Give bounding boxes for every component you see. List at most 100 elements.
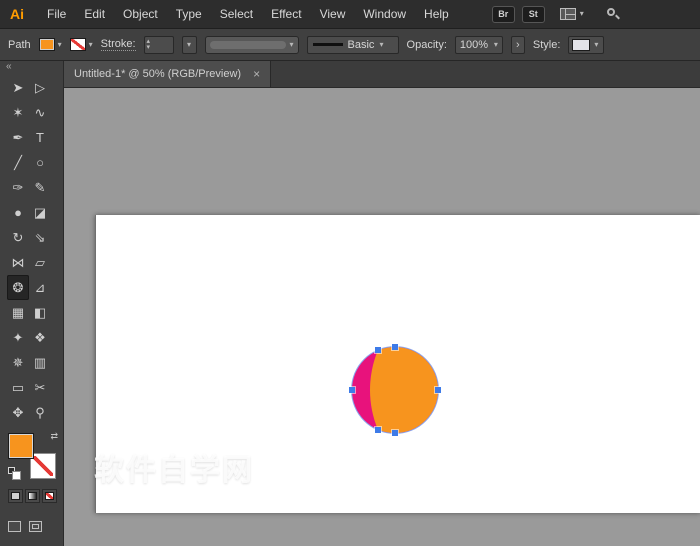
menu-item-file[interactable]: File: [38, 7, 75, 21]
zoom-tool[interactable]: ⚲: [29, 400, 51, 425]
column-graph-tool[interactable]: ▥: [29, 350, 51, 375]
paint-mode-buttons: [8, 489, 57, 503]
gradient-icon: [28, 492, 37, 500]
width-profile-preview: [210, 41, 286, 49]
direct-selection-tool[interactable]: ▷: [29, 75, 51, 100]
stock-button[interactable]: St: [522, 6, 545, 23]
workspace-icon: [560, 8, 576, 20]
tool-grid: ➤▷✶∿✒T╱○✑✎●◪↻⇘⋈▱❂⊿▦◧✦❖✵▥▭✂✥⚲: [0, 75, 63, 425]
menu-item-view[interactable]: View: [311, 7, 355, 21]
bridge-button[interactable]: Br: [492, 6, 515, 23]
symbol-sprayer-tool[interactable]: ✵: [7, 350, 29, 375]
opacity-options-button[interactable]: ›: [511, 36, 525, 54]
app-logo: Ai: [0, 6, 38, 22]
document-tab-title: Untitled-1* @ 50% (RGB/Preview): [74, 68, 241, 80]
width-tool[interactable]: ⋈: [7, 250, 29, 275]
magic-wand-tool[interactable]: ✶: [7, 100, 29, 125]
menu-bar: Ai FileEditObjectTypeSelectEffectViewWin…: [0, 0, 700, 28]
chevron-down-icon: ▾: [89, 41, 93, 49]
stroke-panel-link[interactable]: Stroke:: [101, 38, 136, 51]
stroke-weight-stepper[interactable]: ▴ ▾: [144, 36, 174, 54]
watermark-subtext: RJZXW.COM: [92, 495, 256, 507]
chevron-down-icon: ▾: [187, 41, 191, 49]
pen-tool[interactable]: ✒: [7, 125, 29, 150]
brush-stroke-preview-icon: [313, 43, 343, 46]
drawing-mode-buttons: [8, 521, 42, 532]
document-tab[interactable]: Untitled-1* @ 50% (RGB/Preview) ×: [64, 61, 271, 87]
magnifier-handle-icon: [615, 15, 620, 20]
blend-tool[interactable]: ❖: [29, 325, 51, 350]
style-dropdown[interactable]: ▾: [568, 36, 604, 54]
stepper-arrows-icon: ▴ ▾: [147, 39, 151, 50]
menu-item-help[interactable]: Help: [415, 7, 458, 21]
gradient-tool[interactable]: ◧: [29, 300, 51, 325]
none-button[interactable]: [42, 489, 57, 503]
lasso-tool[interactable]: ∿: [29, 100, 51, 125]
mesh-tool[interactable]: ▦: [7, 300, 29, 325]
ellipse-tool[interactable]: ○: [29, 150, 51, 175]
selection-tool[interactable]: ➤: [7, 75, 29, 100]
stroke-weight-dropdown[interactable]: ▾: [182, 36, 197, 54]
brush-definition-dropdown[interactable]: Basic ▾: [307, 36, 399, 54]
scale-tool[interactable]: ⇘: [29, 225, 51, 250]
color-icon: [11, 492, 20, 500]
fill-color-control[interactable]: ▾: [39, 38, 62, 51]
menu-item-window[interactable]: Window: [354, 7, 415, 21]
pencil-tool[interactable]: ✎: [29, 175, 51, 200]
chevron-down-icon: ▾: [580, 10, 584, 18]
menu-items: FileEditObjectTypeSelectEffectViewWindow…: [38, 7, 458, 21]
watermark: 软件自学网 RJZXW.COM: [92, 445, 256, 507]
swap-fill-stroke-icon[interactable]: ⇄: [50, 431, 58, 442]
fill-swatch-icon: [39, 38, 55, 51]
hand-tool[interactable]: ✥: [7, 400, 29, 425]
slice-tool[interactable]: ✂: [29, 375, 51, 400]
width-profile-dropdown[interactable]: ▾: [205, 36, 299, 54]
eraser-tool[interactable]: ◪: [29, 200, 51, 225]
tab-strip: Untitled-1* @ 50% (RGB/Preview) ×: [64, 61, 700, 88]
stroke-none-swatch-icon: [70, 38, 86, 51]
free-transform-tool[interactable]: ▱: [29, 250, 51, 275]
selection-type-label: Path: [8, 39, 31, 51]
gradient-button[interactable]: [25, 489, 40, 503]
artboard-tool[interactable]: ▭: [7, 375, 29, 400]
brush-definition-label: Basic: [348, 39, 375, 51]
orange-circle-shape[interactable]: [370, 347, 438, 433]
fill-stroke-widget: ⇄: [8, 433, 56, 479]
menu-item-object[interactable]: Object: [114, 7, 167, 21]
screen-mode-icon[interactable]: [29, 521, 42, 532]
menu-item-select[interactable]: Select: [211, 7, 262, 21]
pink-crescent-shape[interactable]: [352, 347, 438, 433]
rotate-tool[interactable]: ↻: [7, 225, 29, 250]
stroke-color-control[interactable]: ▾: [70, 38, 93, 51]
blob-brush-tool[interactable]: ●: [7, 200, 29, 225]
type-tool[interactable]: T: [29, 125, 51, 150]
fill-swatch[interactable]: [8, 433, 34, 459]
opacity-panel-link[interactable]: Opacity:: [407, 39, 447, 51]
canvas-area[interactable]: 软件自学网 RJZXW.COM: [64, 88, 700, 546]
stepper-down-icon[interactable]: ▾: [147, 45, 151, 51]
opacity-input[interactable]: 100% ▾: [455, 36, 503, 54]
draw-normal-icon[interactable]: [8, 521, 21, 532]
chevron-down-icon: ▾: [379, 41, 383, 49]
shape-builder-tool[interactable]: ❂: [7, 275, 29, 300]
style-label: Style:: [533, 39, 561, 51]
appbar-extras: Br St ▾: [492, 6, 621, 23]
chevron-down-icon: ▾: [290, 41, 294, 49]
color-button[interactable]: [8, 489, 23, 503]
menu-item-edit[interactable]: Edit: [75, 7, 114, 21]
menu-item-effect[interactable]: Effect: [262, 7, 310, 21]
collapse-panel-icon[interactable]: «: [0, 61, 63, 75]
line-segment-tool[interactable]: ╱: [7, 150, 29, 175]
default-fill-stroke-icon[interactable]: [8, 467, 15, 474]
eyedropper-tool[interactable]: ✦: [7, 325, 29, 350]
tools-panel: « ➤▷✶∿✒T╱○✑✎●◪↻⇘⋈▱❂⊿▦◧✦❖✵▥▭✂✥⚲ ⇄: [0, 61, 64, 546]
perspective-grid-tool[interactable]: ⊿: [29, 275, 51, 300]
none-icon: [45, 492, 54, 500]
workspace-switcher[interactable]: ▾: [560, 8, 584, 20]
style-swatch-icon: [572, 39, 590, 51]
paintbrush-tool[interactable]: ✑: [7, 175, 29, 200]
watermark-text: 软件自学网: [92, 445, 256, 489]
close-icon[interactable]: ×: [253, 68, 260, 80]
search-icon[interactable]: [605, 6, 621, 22]
menu-item-type[interactable]: Type: [167, 7, 211, 21]
